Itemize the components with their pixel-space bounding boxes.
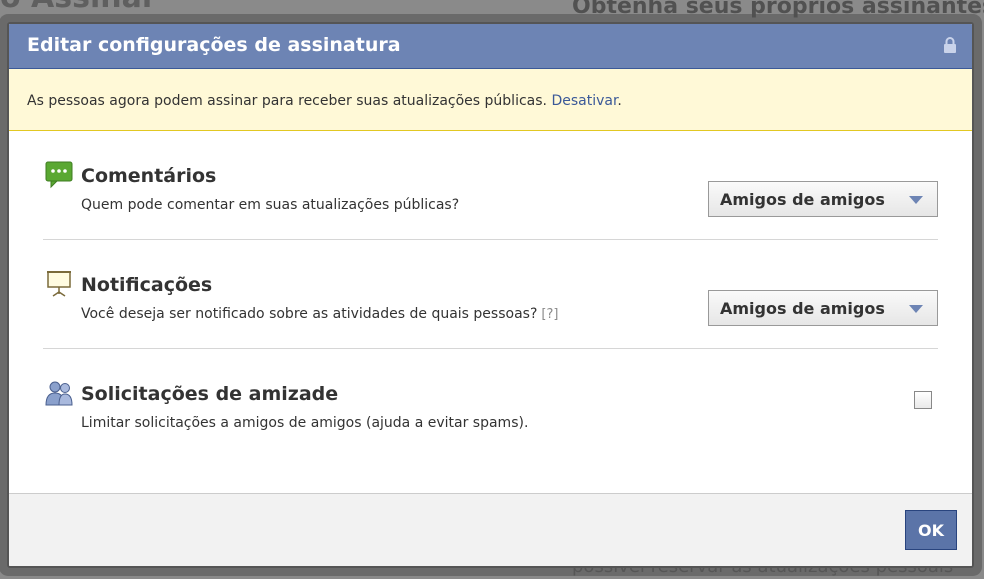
chevron-down-icon bbox=[909, 196, 923, 204]
notifications-description-text: Você deseja ser notificado sobre as ativ… bbox=[81, 306, 538, 322]
people-icon bbox=[45, 381, 73, 406]
notice-suffix: . bbox=[617, 93, 622, 109]
comments-audience-value: Amigos de amigos bbox=[720, 189, 885, 209]
dialog-footer: OK bbox=[9, 493, 972, 566]
speech-bubble-icon bbox=[45, 161, 73, 189]
disable-link[interactable]: Desativar bbox=[551, 93, 617, 109]
comments-audience-dropdown[interactable]: Amigos de amigos bbox=[708, 181, 938, 217]
comments-title: Comentários bbox=[81, 165, 217, 187]
notifications-row: Notificações Você deseja ser notificado … bbox=[43, 240, 938, 349]
notifications-audience-dropdown[interactable]: Amigos de amigos bbox=[708, 290, 938, 326]
help-link[interactable]: [?] bbox=[541, 307, 558, 322]
friend-requests-description: Limitar solicitações a amigos de amigos … bbox=[81, 415, 529, 431]
dialog-title: Editar configurações de assinatura bbox=[27, 34, 401, 56]
friend-requests-title: Solicitações de amizade bbox=[81, 383, 339, 405]
notifications-audience-value: Amigos de amigos bbox=[720, 298, 885, 318]
notifications-title: Notificações bbox=[81, 274, 213, 296]
limit-friend-requests-checkbox[interactable] bbox=[914, 391, 932, 409]
comments-description: Quem pode comentar em suas atualizações … bbox=[81, 197, 460, 213]
lock-icon bbox=[944, 37, 956, 53]
chevron-down-icon bbox=[909, 305, 923, 313]
presentation-board-icon bbox=[47, 271, 71, 297]
background-heading-left: o Assinar bbox=[0, 0, 220, 15]
notifications-description: Você deseja ser notificado sobre as ativ… bbox=[81, 306, 558, 322]
comments-row: Comentários Quem pode comentar em suas a… bbox=[43, 131, 938, 240]
friend-requests-row: Solicitações de amizade Limitar solicita… bbox=[43, 349, 938, 457]
ok-button[interactable]: OK bbox=[905, 510, 957, 550]
notice-bar: As pessoas agora podem assinar para rece… bbox=[9, 69, 972, 131]
background-heading-right: Obtenha seus próprios assinantes bbox=[572, 0, 984, 19]
subscription-settings-dialog: Editar configurações de assinatura As pe… bbox=[7, 22, 974, 568]
notice-text: As pessoas agora podem assinar para rece… bbox=[27, 93, 547, 109]
settings-list: Comentários Quem pode comentar em suas a… bbox=[9, 131, 972, 457]
dialog-header: Editar configurações de assinatura bbox=[9, 24, 972, 69]
